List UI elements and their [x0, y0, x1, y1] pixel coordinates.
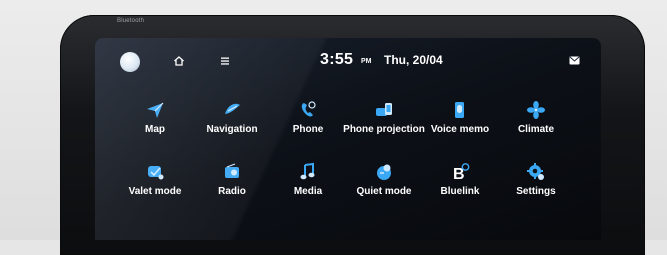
app-label: Voice memo [430, 124, 490, 135]
app-settings[interactable]: Settings [501, 162, 571, 214]
app-bluelink[interactable]: B Bluelink [425, 162, 495, 214]
phone-icon [301, 101, 316, 117]
app-label: Valet mode [128, 186, 182, 197]
app-voice-memo[interactable]: Voice memo [425, 100, 495, 152]
app-label: Navigation [206, 124, 258, 135]
clock-time: 3:55 [320, 51, 354, 68]
app-label: Settings [516, 186, 556, 197]
menu-icon[interactable] [219, 55, 231, 67]
app-label: Phone projection [343, 124, 425, 135]
message-icon[interactable] [569, 56, 580, 65]
app-phone-projection[interactable]: Phone projection [343, 100, 425, 152]
media-icon [300, 162, 315, 180]
app-map[interactable]: Map [120, 100, 190, 152]
home-icon[interactable] [173, 55, 185, 67]
settings-icon [527, 163, 544, 180]
app-label: Map [145, 124, 165, 135]
app-phone[interactable]: Phone [273, 100, 343, 152]
app-valet-mode[interactable]: Valet mode [120, 162, 190, 214]
bezel-brand-label: Bluetooth [117, 18, 145, 24]
clock-ampm: PM [361, 58, 372, 65]
app-radio[interactable]: Radio [197, 162, 267, 214]
app-label: Climate [517, 124, 555, 135]
voice-memo-icon [455, 102, 464, 118]
clock-date: Thu, 20/04 [384, 53, 443, 67]
valet-mode-icon [148, 166, 164, 180]
map-icon [147, 102, 164, 118]
app-climate[interactable]: Climate [501, 100, 571, 152]
navigation-icon [225, 103, 240, 114]
app-navigation[interactable]: Navigation [197, 100, 267, 152]
app-media[interactable]: Media [273, 162, 343, 214]
bluelink-icon: B [453, 163, 470, 182]
app-quiet-mode[interactable]: Quiet mode [349, 162, 419, 214]
radio-icon [225, 163, 239, 178]
status-bar: 3:55 PM Thu, 20/04 [95, 38, 601, 78]
profile-avatar[interactable] [120, 52, 140, 72]
quiet-mode-icon [377, 164, 391, 180]
app-label: Quiet mode [356, 186, 412, 197]
infotainment-screen: 3:55 PM Thu, 20/04 Map Navigation Phone [95, 38, 601, 240]
app-label: Bluelink [440, 186, 480, 197]
phone-projection-icon [376, 103, 392, 116]
climate-icon [527, 101, 545, 119]
app-label: Media [293, 186, 323, 197]
app-label: Phone [292, 124, 324, 135]
app-label: Radio [218, 186, 246, 197]
